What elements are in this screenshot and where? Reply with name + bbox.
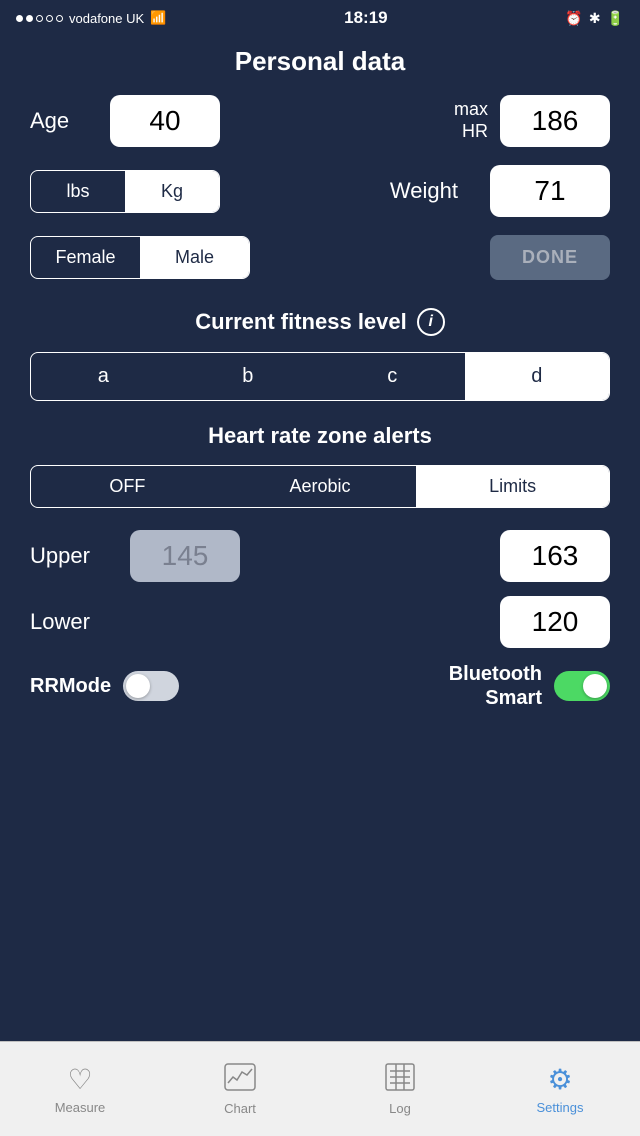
heartrate-mode-segmented[interactable]: OFF Aerobic Limits — [30, 465, 610, 508]
weight-input[interactable]: 71 — [490, 165, 610, 217]
heartrate-section-title: Heart rate zone alerts — [30, 423, 610, 449]
seg-fitness-b[interactable]: b — [176, 353, 321, 400]
status-bar: vodafone UK 📶 18:19 ⏰ ✱ 🔋 — [0, 0, 640, 36]
upper-limits-input[interactable]: 163 — [500, 530, 610, 582]
carrier-label: vodafone UK — [69, 11, 144, 26]
gender-row: Female Male DONE — [30, 235, 610, 280]
tab-log[interactable]: Log — [320, 1063, 480, 1116]
tab-measure[interactable]: ♡ Measure — [0, 1063, 160, 1115]
log-icon — [385, 1063, 415, 1097]
maxhr-section: maxHR 186 — [454, 95, 610, 147]
bluetooth-item: Bluetooth Smart — [449, 662, 610, 710]
seg-fitness-a[interactable]: a — [31, 353, 176, 400]
dot-2 — [26, 15, 33, 22]
bluetooth-status-icon: ✱ — [589, 10, 601, 27]
mode-row: RRMode Bluetooth Smart — [30, 662, 610, 710]
seg-male[interactable]: Male — [140, 237, 249, 278]
age-label: Age — [30, 108, 90, 134]
fitness-segmented[interactable]: a b c d — [30, 352, 610, 401]
weight-unit-row: lbs Kg Weight 71 — [30, 165, 610, 217]
main-content: Age 40 maxHR 186 lbs Kg Weight 71 Female… — [0, 95, 640, 710]
chart-icon — [224, 1063, 256, 1097]
battery-icon: 🔋 — [607, 10, 624, 27]
status-right: ⏰ ✱ 🔋 — [565, 10, 624, 27]
status-time: 18:19 — [344, 8, 387, 28]
info-icon[interactable]: i — [417, 308, 445, 336]
upper-label: Upper — [30, 543, 130, 569]
settings-icon: ⚙ — [547, 1063, 572, 1096]
seg-mode-aerobic[interactable]: Aerobic — [224, 466, 417, 507]
measure-label: Measure — [55, 1100, 106, 1115]
tab-chart[interactable]: Chart — [160, 1063, 320, 1116]
seg-kg[interactable]: Kg — [125, 171, 219, 212]
rrmode-toggle-thumb — [126, 674, 150, 698]
chart-label: Chart — [224, 1101, 256, 1116]
upper-row: Upper 145 163 — [30, 530, 610, 582]
dot-4 — [46, 15, 53, 22]
fitness-title-row: Current fitness level i — [30, 308, 610, 336]
settings-label: Settings — [537, 1100, 584, 1115]
age-input[interactable]: 40 — [110, 95, 220, 147]
gender-segmented[interactable]: Female Male — [30, 236, 250, 279]
rrmode-toggle[interactable] — [123, 671, 179, 701]
seg-mode-limits[interactable]: Limits — [416, 466, 609, 507]
status-left: vodafone UK 📶 — [16, 10, 166, 26]
maxhr-label: maxHR — [454, 99, 488, 142]
done-button[interactable]: DONE — [490, 235, 610, 280]
weight-unit-segmented[interactable]: lbs Kg — [30, 170, 220, 213]
signal-dots — [16, 15, 63, 22]
page-title: Personal data — [0, 36, 640, 95]
bluetooth-toggle-thumb — [583, 674, 607, 698]
lower-label: Lower — [30, 609, 130, 635]
log-label: Log — [389, 1101, 411, 1116]
measure-icon: ♡ — [67, 1063, 92, 1096]
lower-row: Lower 120 — [30, 596, 610, 648]
seg-lbs[interactable]: lbs — [31, 171, 125, 212]
seg-female[interactable]: Female — [31, 237, 140, 278]
dot-1 — [16, 15, 23, 22]
rrmode-item: RRMode — [30, 671, 179, 701]
upper-aerobic-input[interactable]: 145 — [130, 530, 240, 582]
tab-settings[interactable]: ⚙ Settings — [480, 1063, 640, 1115]
bluetooth-toggle[interactable] — [554, 671, 610, 701]
alarm-icon: ⏰ — [565, 10, 582, 27]
dot-5 — [56, 15, 63, 22]
dot-3 — [36, 15, 43, 22]
wifi-icon: 📶 — [150, 10, 166, 26]
maxhr-input[interactable]: 186 — [500, 95, 610, 147]
seg-fitness-d[interactable]: d — [465, 353, 610, 400]
age-maxhr-row: Age 40 maxHR 186 — [30, 95, 610, 147]
seg-mode-off[interactable]: OFF — [31, 466, 224, 507]
tab-bar: ♡ Measure Chart Log ⚙ Settings — [0, 1041, 640, 1136]
fitness-title: Current fitness level — [195, 309, 407, 335]
weight-label: Weight — [378, 178, 458, 204]
seg-fitness-c[interactable]: c — [320, 353, 465, 400]
lower-input[interactable]: 120 — [500, 596, 610, 648]
bluetooth-label: Bluetooth Smart — [449, 662, 542, 710]
rrmode-label: RRMode — [30, 675, 111, 698]
